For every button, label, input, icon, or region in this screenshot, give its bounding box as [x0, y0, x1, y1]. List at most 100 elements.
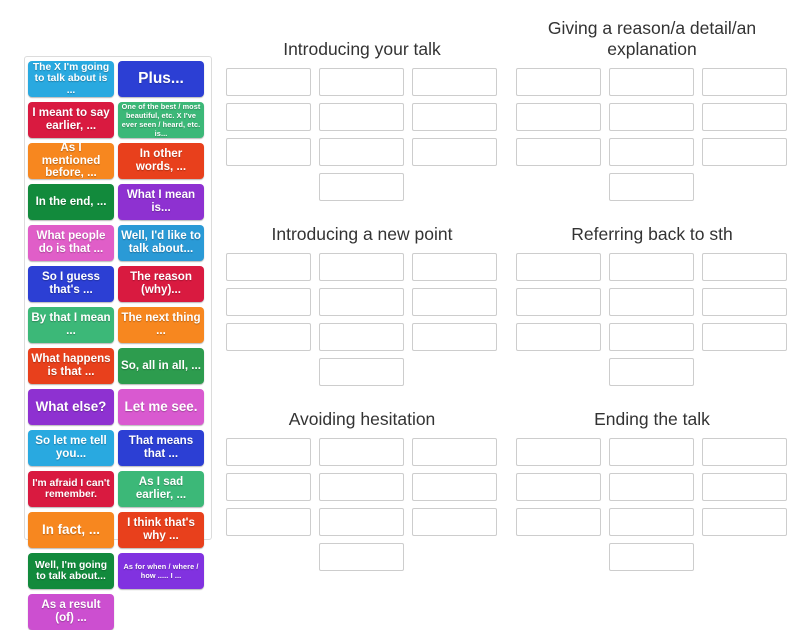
phrase-tile[interactable]: So let me tell you...: [28, 430, 114, 466]
dropzone-slot[interactable]: [319, 138, 404, 166]
dropzone-slot[interactable]: [412, 473, 497, 501]
dropzone-slot[interactable]: [226, 323, 311, 351]
phrase-tile-label: I'm afraid I can't remember.: [32, 477, 110, 500]
dropzone-slot[interactable]: [609, 543, 694, 571]
phrase-tile[interactable]: One of the best / most beautiful, etc. X…: [118, 102, 204, 138]
phrase-tile[interactable]: Plus...: [118, 61, 204, 97]
dropzone-slot[interactable]: [412, 68, 497, 96]
phrase-tile[interactable]: So I guess that's ...: [28, 266, 114, 302]
tile-tray[interactable]: The X I'm going to talk about is ... Plus…: [24, 56, 212, 630]
dropzone-grid: [516, 253, 788, 386]
dropzone-slot[interactable]: [609, 323, 694, 351]
phrase-tile-label: As for when / where / how ..... I ...: [123, 561, 199, 580]
dropzone-slot[interactable]: [702, 508, 787, 536]
dropzone-slot[interactable]: [319, 508, 404, 536]
dropzone-slot[interactable]: [516, 68, 601, 96]
dropzone-slot[interactable]: [226, 253, 311, 281]
dropzone-slot[interactable]: [702, 68, 787, 96]
dropzone-slot[interactable]: [319, 68, 404, 96]
phrase-tile[interactable]: What I mean is...: [118, 184, 204, 220]
phrase-tile[interactable]: As I sad earlier, ...: [118, 471, 204, 507]
dropzone-slot[interactable]: [702, 138, 787, 166]
category-group-title: Introducing a new point: [271, 224, 453, 245]
phrase-tile[interactable]: In fact, ...: [28, 512, 114, 548]
phrase-tile-label: Let me see.: [124, 398, 198, 414]
dropzone-slot[interactable]: [516, 438, 601, 466]
dropzone-slot[interactable]: [319, 438, 404, 466]
dropzone-slot[interactable]: [412, 288, 497, 316]
dropzone-slot[interactable]: [319, 323, 404, 351]
phrase-tile[interactable]: As for when / where / how ..... I ...: [118, 553, 204, 589]
dropzone-slot[interactable]: [702, 323, 787, 351]
dropzone-slot[interactable]: [516, 253, 601, 281]
dropzone-slot[interactable]: [412, 508, 497, 536]
phrase-tile-label: So, all in all, ...: [121, 358, 201, 372]
dropzone-slot[interactable]: [609, 253, 694, 281]
dropzone-slot[interactable]: [226, 508, 311, 536]
dropzone-slot[interactable]: [412, 323, 497, 351]
dropzone-slot[interactable]: [412, 138, 497, 166]
dropzone-grid: [516, 438, 788, 571]
dropzone-slot[interactable]: [412, 103, 497, 131]
dropzone-slot[interactable]: [702, 253, 787, 281]
phrase-tile[interactable]: What else?: [28, 389, 114, 425]
dropzone-slot[interactable]: [226, 473, 311, 501]
dropzone-slot[interactable]: [319, 358, 404, 386]
category-group: Introducing a new point: [226, 203, 498, 388]
dropzone-slot[interactable]: [226, 288, 311, 316]
phrase-tile[interactable]: As I mentioned before, ...: [28, 143, 114, 179]
dropzone-slot[interactable]: [609, 438, 694, 466]
phrase-tile[interactable]: I think that's why ...: [118, 512, 204, 548]
phrase-tile[interactable]: In the end, ...: [28, 184, 114, 220]
phrase-tile[interactable]: Let me see.: [118, 389, 204, 425]
phrase-tile[interactable]: I meant to say earlier, ...: [28, 102, 114, 138]
phrase-tile[interactable]: The reason (why)...: [118, 266, 204, 302]
dropzone-slot[interactable]: [516, 138, 601, 166]
phrase-tile-label: What happens is that ...: [31, 352, 111, 378]
dropzone-slot[interactable]: [702, 103, 787, 131]
dropzone-slot[interactable]: [412, 438, 497, 466]
dropzone-slot[interactable]: [516, 288, 601, 316]
dropzone-slot[interactable]: [319, 253, 404, 281]
dropzone-slot[interactable]: [319, 173, 404, 201]
dropzone-slot[interactable]: [609, 358, 694, 386]
phrase-tile[interactable]: What people do is that ...: [28, 225, 114, 261]
phrase-tile-label: As I sad earlier, ...: [135, 475, 187, 501]
dropzone-slot[interactable]: [226, 138, 311, 166]
dropzone-slot[interactable]: [702, 288, 787, 316]
dropzone-slot[interactable]: [226, 68, 311, 96]
dropzone-slot[interactable]: [609, 103, 694, 131]
dropzone-slot[interactable]: [516, 323, 601, 351]
phrase-tile[interactable]: The next thing ...: [118, 307, 204, 343]
dropzone-slot[interactable]: [702, 473, 787, 501]
dropzone-slot[interactable]: [319, 103, 404, 131]
dropzone-slot[interactable]: [226, 438, 311, 466]
phrase-tile[interactable]: The X I'm going to talk about is ...: [28, 61, 114, 97]
phrase-tile[interactable]: So, all in all, ...: [118, 348, 204, 384]
phrase-tile[interactable]: In other words, ...: [118, 143, 204, 179]
phrase-tile[interactable]: As a result (of) ...: [28, 594, 114, 630]
phrase-tile[interactable]: By that I mean ...: [28, 307, 114, 343]
phrase-tile[interactable]: Well, I'm going to talk about...: [28, 553, 114, 589]
dropzone-slot[interactable]: [609, 68, 694, 96]
phrase-tile[interactable]: I'm afraid I can't remember.: [28, 471, 114, 507]
dropzone-slot[interactable]: [702, 438, 787, 466]
dropzone-slot[interactable]: [516, 473, 601, 501]
category-group-title: Ending the talk: [594, 409, 710, 430]
dropzone-slot[interactable]: [516, 508, 601, 536]
dropzone-slot[interactable]: [319, 288, 404, 316]
dropzone-slot[interactable]: [609, 288, 694, 316]
phrase-tile[interactable]: That means that ...: [118, 430, 204, 466]
category-group: Avoiding hesitation: [226, 388, 498, 571]
dropzone-slot[interactable]: [516, 103, 601, 131]
dropzone-slot[interactable]: [226, 103, 311, 131]
phrase-tile[interactable]: Well, I'd like to talk about...: [118, 225, 204, 261]
dropzone-slot[interactable]: [609, 473, 694, 501]
phrase-tile[interactable]: What happens is that ...: [28, 348, 114, 384]
dropzone-slot[interactable]: [609, 173, 694, 201]
dropzone-slot[interactable]: [319, 473, 404, 501]
dropzone-slot[interactable]: [319, 543, 404, 571]
dropzone-slot[interactable]: [412, 253, 497, 281]
dropzone-slot[interactable]: [609, 508, 694, 536]
dropzone-slot[interactable]: [609, 138, 694, 166]
